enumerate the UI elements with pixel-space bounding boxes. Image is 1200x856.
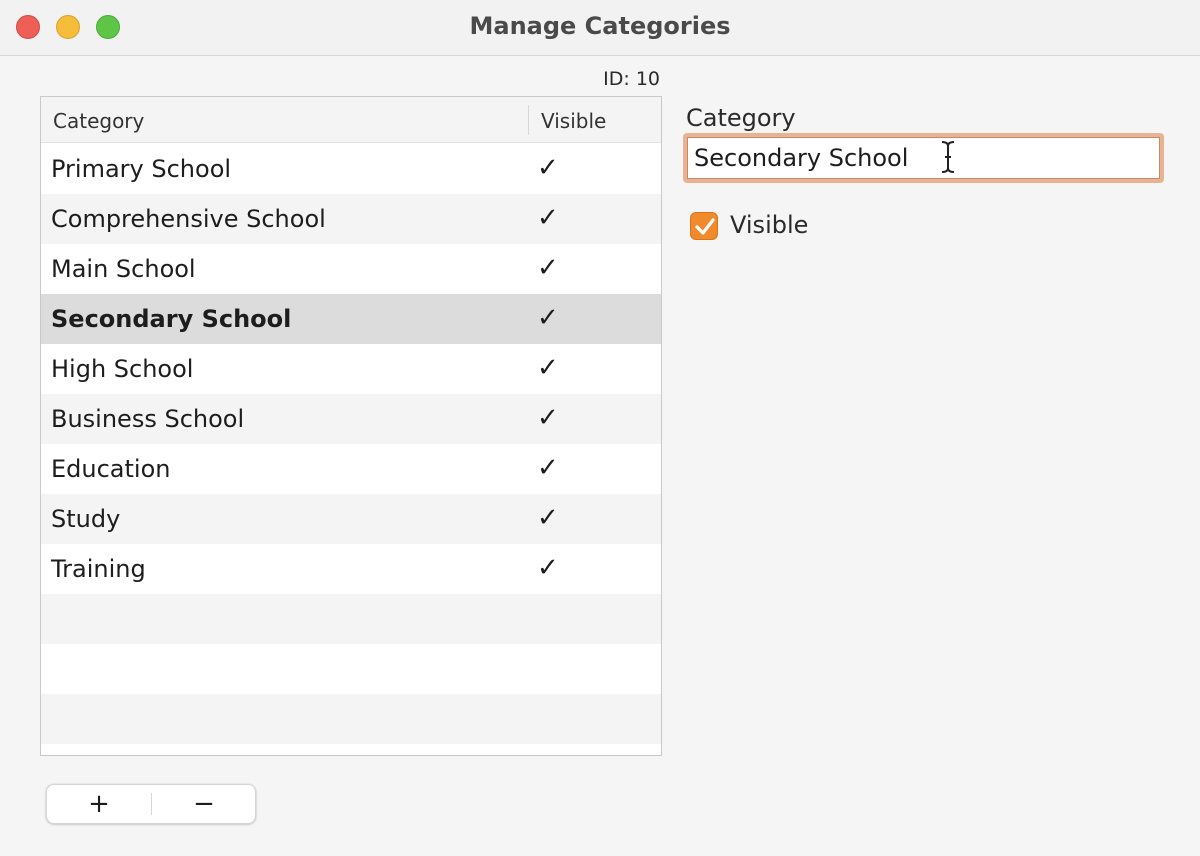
table-row[interactable]: Training ✓: [41, 544, 661, 594]
visible-check-icon: ✓: [537, 503, 559, 533]
checkmark-icon: [695, 218, 715, 235]
category-field-label: Category: [686, 104, 796, 132]
empty-table-row: [41, 594, 661, 644]
add-remove-button-group: + −: [46, 784, 256, 824]
column-header-visible[interactable]: Visible: [541, 109, 606, 133]
window-title: Manage Categories: [469, 12, 731, 40]
table-row[interactable]: Business School ✓: [41, 394, 661, 444]
table-row[interactable]: High School ✓: [41, 344, 661, 394]
table-row[interactable]: Secondary School ✓: [41, 294, 661, 344]
visible-check-icon: ✓: [537, 253, 559, 283]
category-name-cell: Business School: [51, 405, 245, 433]
category-name-cell: High School: [51, 355, 194, 383]
column-divider[interactable]: [528, 105, 529, 135]
table-row[interactable]: Main School ✓: [41, 244, 661, 294]
visible-check-icon: ✓: [537, 303, 559, 333]
visible-check-icon: ✓: [537, 403, 559, 433]
category-name-cell: Education: [51, 455, 171, 483]
table-row[interactable]: Primary School ✓: [41, 144, 661, 194]
visible-checkbox[interactable]: [690, 212, 718, 240]
visible-checkbox-label[interactable]: Visible: [730, 211, 808, 239]
category-name-cell: Training: [51, 555, 146, 583]
category-name-cell: Secondary School: [51, 305, 292, 333]
remove-category-button[interactable]: −: [152, 785, 256, 823]
title-bar: Manage Categories: [0, 0, 1200, 56]
visible-check-icon: ✓: [537, 553, 559, 583]
text-cursor-icon: [941, 141, 955, 173]
visible-check-icon: ✓: [537, 203, 559, 233]
table-header: Category Visible: [41, 97, 661, 143]
record-id-label: ID: 10: [603, 68, 660, 90]
visible-check-icon: ✓: [537, 453, 559, 483]
category-field-focus-ring: [683, 133, 1164, 183]
category-name-cell: Main School: [51, 255, 196, 283]
category-name-cell: Comprehensive School: [51, 205, 326, 233]
category-name-cell: Study: [51, 505, 121, 533]
visible-check-icon: ✓: [537, 353, 559, 383]
column-header-category[interactable]: Category: [53, 109, 144, 133]
categories-table[interactable]: Category Visible Primary School ✓ Comprehe…: [40, 96, 662, 756]
visible-check-icon: ✓: [537, 153, 559, 183]
add-category-button[interactable]: +: [47, 785, 151, 823]
category-name-cell: Primary School: [51, 155, 232, 183]
table-row[interactable]: Comprehensive School ✓: [41, 194, 661, 244]
category-name-input[interactable]: [687, 137, 1160, 179]
table-row[interactable]: Education ✓: [41, 444, 661, 494]
table-body: Primary School ✓ Comprehensive School ✓ Main…: [41, 144, 661, 744]
table-row[interactable]: Study ✓: [41, 494, 661, 544]
manage-categories-window: Manage Categories ID: 10 Category Visibl…: [0, 0, 1200, 856]
empty-table-row: [41, 644, 661, 694]
empty-table-row: [41, 694, 661, 744]
